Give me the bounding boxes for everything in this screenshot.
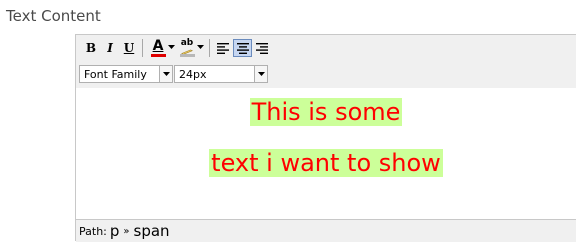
font-family-value: Font Family <box>84 67 147 81</box>
backcolor-button[interactable]: ab <box>178 39 196 57</box>
toolbar-separator <box>142 39 143 57</box>
italic-button[interactable]: I <box>103 39 117 57</box>
italic-label: I <box>107 41 113 55</box>
path-label: Path: <box>79 224 107 238</box>
highlighted-text[interactable]: This is some <box>249 98 403 126</box>
font-size-select[interactable]: 24px <box>174 65 268 83</box>
bold-button[interactable]: B <box>84 39 98 57</box>
chevron-down-icon <box>162 72 170 76</box>
forecolor-icon: A <box>152 37 164 54</box>
align-left-button[interactable] <box>214 39 232 57</box>
content-line: text i want to show <box>76 149 576 177</box>
chevron-down-icon <box>197 45 204 49</box>
font-family-select[interactable]: Font Family <box>79 65 173 83</box>
path-separator: » <box>123 225 130 237</box>
align-right-button[interactable] <box>253 39 271 57</box>
status-bar-path: Path: p » span <box>76 219 576 242</box>
backcolor-dropdown-arrow[interactable] <box>196 41 205 53</box>
align-center-button[interactable] <box>233 39 252 57</box>
forecolor-button[interactable]: A <box>149 39 167 57</box>
underline-label: U <box>123 41 135 55</box>
path-crumb-p[interactable]: p <box>110 222 120 240</box>
backcolor-swatch <box>179 54 195 57</box>
toolbar-row-font: Font Family 24px <box>76 61 576 89</box>
path-crumb-span[interactable]: span <box>134 222 170 240</box>
underline-button[interactable]: U <box>122 39 136 57</box>
toolbar-separator <box>209 39 210 57</box>
rich-text-editor: B I U A ab Font Family 24px This is some… <box>75 34 576 242</box>
highlight-icon: ab <box>180 38 194 48</box>
align-right-icon <box>256 42 268 54</box>
highlighted-text[interactable]: text i want to show <box>209 149 443 177</box>
content-line: This is some <box>76 98 576 126</box>
font-family-dropdown-arrow[interactable] <box>159 66 172 82</box>
forecolor-dropdown-arrow[interactable] <box>167 41 176 53</box>
chevron-down-icon <box>168 45 175 49</box>
bold-label: B <box>85 41 97 55</box>
align-center-icon <box>236 42 249 54</box>
editor-content-area[interactable]: This is some text i want to show <box>76 88 576 219</box>
font-size-dropdown-arrow[interactable] <box>254 66 267 82</box>
align-left-icon <box>217 42 229 54</box>
chevron-down-icon <box>257 72 265 76</box>
forecolor-swatch <box>150 53 166 57</box>
toolbar-row-formatting: B I U A ab <box>76 35 576 61</box>
field-label: Text Content <box>6 7 101 25</box>
font-size-value: 24px <box>179 67 207 81</box>
